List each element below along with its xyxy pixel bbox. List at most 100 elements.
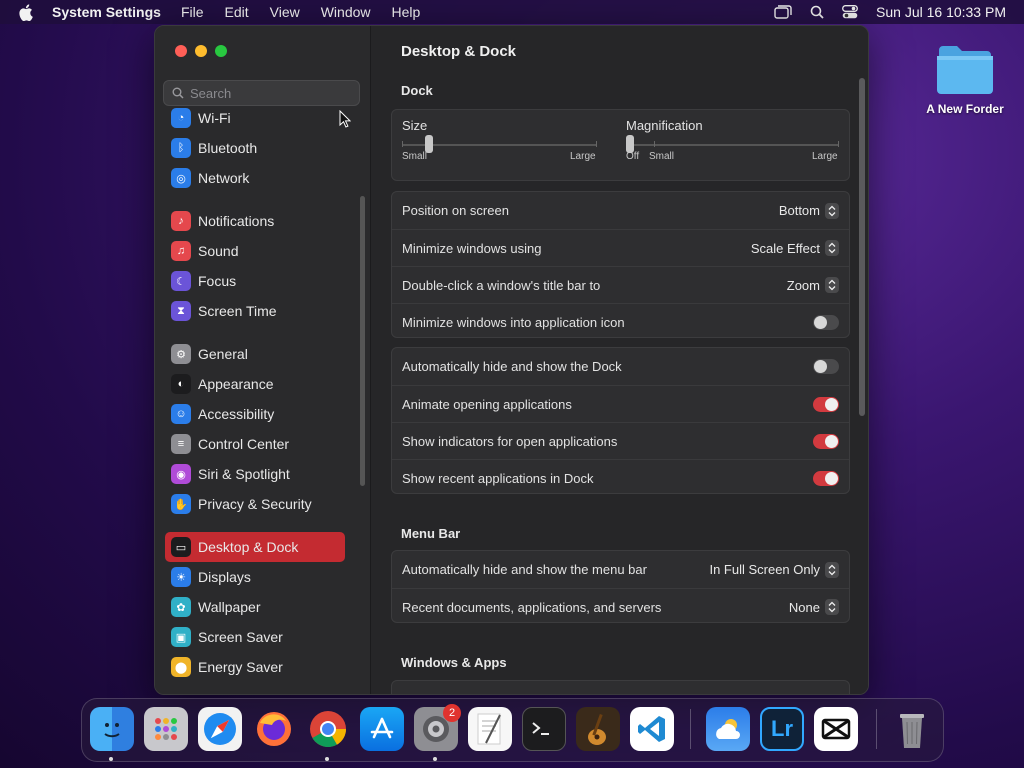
vscode-icon[interactable] (630, 707, 674, 751)
size-label: Size (402, 118, 428, 133)
terminal-icon[interactable] (522, 707, 566, 751)
search-icon (172, 87, 184, 99)
sidebar-item-siri-spotlight[interactable]: ◉ Siri & Spotlight (165, 459, 345, 489)
sidebar-item-screen-time[interactable]: ⧗ Screen Time (165, 296, 345, 326)
sidebar-item-notifications[interactable]: ♪ Notifications (165, 206, 345, 236)
chrome-icon[interactable] (306, 707, 350, 751)
sidebar-item-general[interactable]: ⚙ General (165, 339, 345, 369)
setting-animate-opening-applications: Animate opening applications (392, 385, 849, 422)
sidebar-item-privacy-security[interactable]: ✋ Privacy & Security (165, 489, 345, 519)
firefox-icon[interactable] (252, 707, 296, 751)
popup-value: In Full Screen Only (709, 562, 820, 577)
sidebar-item-control-center[interactable]: ≡ Control Center (165, 429, 345, 459)
screen-mirroring-icon[interactable] (774, 5, 792, 19)
setting-label: Double-click a window's title bar to (402, 277, 601, 293)
garageband-icon[interactable] (576, 707, 620, 751)
zoom-button[interactable] (215, 45, 227, 57)
sidebar-item-label: Notifications (198, 213, 275, 229)
chevron-updown-icon (825, 277, 839, 293)
popup-button[interactable]: None (789, 599, 839, 615)
toggle-switch[interactable] (813, 314, 839, 330)
sidebar-scrollbar[interactable] (360, 196, 365, 486)
sidebar-item-displays[interactable]: ☀ Displays (165, 562, 345, 592)
setting-label: Automatically hide and show the menu bar (402, 562, 647, 577)
close-button[interactable] (175, 45, 187, 57)
launchpad-icon[interactable] (144, 707, 188, 751)
toggle-switch[interactable] (813, 433, 839, 449)
sidebar-item-wallpaper[interactable]: ✿ Wallpaper (165, 592, 345, 622)
finder-running-dot (109, 757, 113, 761)
section-menu-bar-title: Menu Bar (401, 526, 461, 541)
magnification-slider-track[interactable] (626, 144, 839, 146)
safari-icon[interactable] (198, 707, 242, 751)
sidebar-item-network[interactable]: ◎ Network (165, 163, 345, 193)
popup-button[interactable]: Scale Effect (751, 240, 839, 256)
spotlight-search-icon[interactable] (810, 5, 824, 19)
globe-icon: ◎ (171, 168, 191, 188)
dock-separator (690, 709, 691, 749)
setting-label: Position on screen (402, 203, 509, 218)
content-pane: Desktop & Dock Dock Size Small Large Mag… (371, 26, 868, 694)
bulb-icon: ⬤ (171, 657, 191, 677)
magnification-small-label: Small (649, 151, 675, 162)
sidebar-item-bluetooth[interactable]: ᛒ Bluetooth (165, 133, 345, 163)
sidebar-item-focus[interactable]: ☾ Focus (165, 266, 345, 296)
popup-button[interactable]: Bottom (779, 202, 839, 219)
sidebar-item-energy-saver[interactable]: ⬤ Energy Saver (165, 652, 345, 682)
mouse-cursor-icon (339, 109, 352, 133)
sidebar-item-accessibility[interactable]: ☺ Accessibility (165, 399, 345, 429)
apple-menu-icon[interactable] (18, 3, 38, 21)
finder-icon[interactable] (90, 707, 134, 751)
menu-file[interactable]: File (181, 4, 204, 20)
sidebar-item-sound[interactable]: ♫ Sound (165, 236, 345, 266)
menu-view[interactable]: View (270, 4, 300, 20)
sidebar-item-label: Wi-Fi (198, 110, 231, 126)
sidebar-item-label: Screen Time (198, 303, 277, 319)
minimize-button[interactable] (195, 45, 207, 57)
menu-app-name[interactable]: System Settings (52, 4, 161, 20)
setting-label: Minimize windows using (402, 240, 542, 256)
settings-running-dot (433, 757, 437, 761)
chevron-updown-icon (825, 240, 839, 256)
control-center-menu-icon[interactable] (842, 5, 858, 19)
dock-icon: ▭ (171, 537, 191, 557)
lightroom-icon[interactable]: Lr (760, 707, 804, 751)
magnification-tick (654, 141, 655, 147)
menu-help[interactable]: Help (392, 4, 421, 20)
dock-size-card: Size Small Large Magnification Off Small… (391, 109, 850, 181)
folder-icon (935, 44, 995, 96)
content-scrollbar[interactable] (859, 78, 865, 416)
menu-bar: System Settings File Edit View Window He… (0, 0, 1024, 24)
moon-icon: ☾ (171, 271, 191, 291)
setting-label: Show recent applications in Dock (402, 470, 594, 486)
hourglass-icon: ⧗ (171, 301, 191, 321)
app-store-icon[interactable] (360, 707, 404, 751)
sidebar-item-desktop-dock[interactable]: ▭ Desktop & Dock (165, 532, 345, 562)
sidebar-item-screen-saver[interactable]: ▣ Screen Saver (165, 622, 345, 652)
popup-value: Scale Effect (750, 240, 820, 256)
setting-position-on-screen: Position on screen Bottom (392, 192, 849, 229)
sidebar-item-wi-fi[interactable]: ◔ Wi-Fi (165, 103, 345, 133)
dock-options-card: Position on screen Bottom Minimize windows… (391, 191, 850, 338)
toggle-switch[interactable] (813, 470, 839, 486)
sidebar-item-appearance[interactable]: ◐ Appearance (165, 369, 345, 399)
menu-edit[interactable]: Edit (225, 4, 249, 20)
magnification-tick (838, 141, 839, 147)
menu-clock[interactable]: Sun Jul 16 10:33 PM (876, 4, 1006, 20)
trash-icon[interactable] (890, 707, 934, 751)
textedit-icon[interactable] (468, 707, 512, 751)
toggle-switch[interactable] (813, 396, 839, 412)
popup-button[interactable]: Zoom (787, 277, 839, 293)
setting-label: Minimize windows into application icon (402, 314, 625, 330)
settings-badge: 2 (443, 704, 461, 722)
toggle-switch[interactable] (813, 359, 839, 374)
appearance-icon: ◐ (171, 374, 191, 394)
weather-icon[interactable] (706, 707, 750, 751)
popup-value: None (788, 599, 820, 615)
menu-window[interactable]: Window (321, 4, 371, 20)
magnification-large-label: Large (812, 151, 838, 162)
popup-button[interactable]: In Full Screen Only (709, 561, 839, 578)
capcut-icon[interactable] (814, 707, 858, 751)
sidebar-item-label: Appearance (198, 376, 274, 392)
desktop-folder[interactable]: A New Forder (920, 44, 1010, 116)
